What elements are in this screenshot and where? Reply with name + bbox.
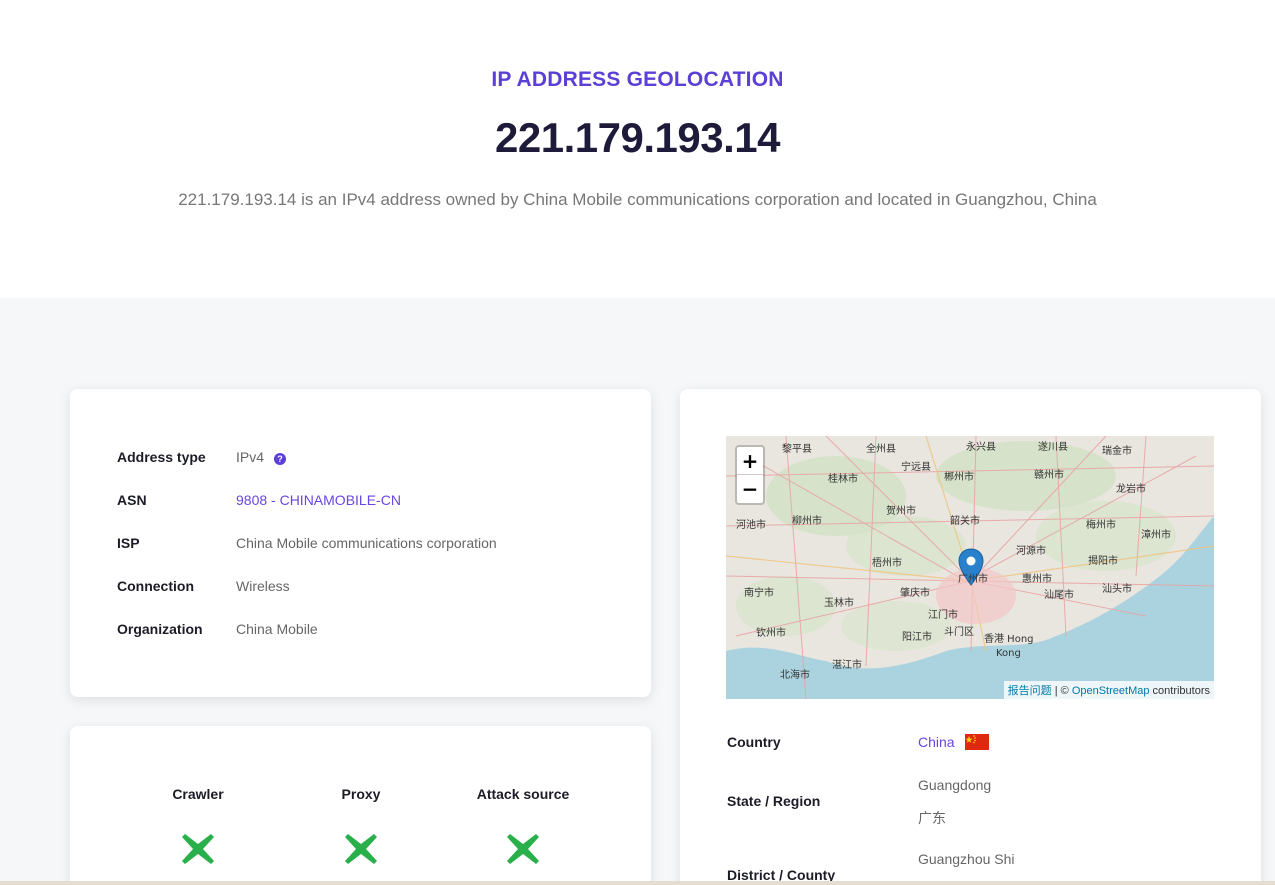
svg-text:Kong: Kong	[996, 648, 1021, 659]
proxy-flag: Proxy	[291, 786, 431, 868]
address-type-text: IPv4	[236, 449, 265, 465]
question-circle-icon[interactable]: ?	[274, 453, 287, 465]
svg-text:桂林市: 桂林市	[828, 472, 858, 485]
svg-text:江门市: 江门市	[928, 608, 958, 621]
svg-text:瑞金市: 瑞金市	[1102, 444, 1132, 457]
svg-text:全州县: 全州县	[866, 442, 896, 455]
ip-summary: 221.179.193.14 is an IPv4 address owned …	[178, 190, 1097, 209]
cross-icon	[507, 834, 539, 864]
page-title: 221.179.193.14	[495, 114, 780, 161]
region-local-value: 广东	[918, 811, 946, 827]
svg-text:河源市: 河源市	[1016, 544, 1046, 557]
organization-value: China Mobile	[236, 621, 318, 637]
svg-text:永兴县: 永兴县	[966, 440, 996, 453]
address-type-value: IPv4?	[236, 449, 287, 465]
isp-value: China Mobile communications corporation	[236, 535, 497, 551]
address-type-row: Address type IPv4?	[117, 449, 287, 465]
region-value: Guangdong	[918, 777, 992, 793]
page-eyebrow: IP ADDRESS GEOLOCATION	[491, 68, 784, 91]
zoom-out-button[interactable]: −	[737, 475, 763, 503]
country-link[interactable]: China	[918, 734, 955, 750]
svg-text:黎平县: 黎平县	[782, 442, 812, 455]
threat-flags-card: Crawler Proxy Attack source	[70, 726, 651, 885]
svg-text:漳州市: 漳州市	[1141, 528, 1171, 541]
crawler-flag: Crawler	[128, 786, 268, 868]
connection-label: Connection	[117, 578, 194, 594]
osm-link[interactable]: OpenStreetMap	[1072, 685, 1150, 697]
location-map[interactable]: 黎平县 全州县 永兴县 遂川县 瑞金市 郴州市 赣州市 桂林市 宁远县龙岩市 河池市 柳州市 贺…	[726, 436, 1214, 699]
location-card: 黎平县 全州县 永兴县 遂川县 瑞金市 郴州市 赣州市 桂林市 宁远县龙岩市 河池市 柳州市 贺…	[680, 389, 1261, 885]
window-bottom-edge	[0, 881, 1275, 885]
svg-text:梅州市: 梅州市	[1086, 518, 1116, 531]
svg-text:钦州市: 钦州市	[756, 626, 786, 639]
map-tiles: 黎平县 全州县 永兴县 遂川县 瑞金市 郴州市 赣州市 桂林市 宁远县龙岩市 河池市 柳州市 贺…	[726, 436, 1214, 699]
zoom-in-button[interactable]: +	[737, 447, 763, 475]
svg-text:汕头市: 汕头市	[1102, 582, 1132, 595]
svg-text:玉林市: 玉林市	[824, 596, 854, 609]
attribution-suffix: contributors	[1149, 685, 1210, 697]
svg-text:遂川县: 遂川县	[1038, 440, 1068, 453]
hero-section: IP ADDRESS GEOLOCATION 221.179.193.14 22…	[0, 0, 1275, 298]
svg-text:湛江市: 湛江市	[832, 658, 862, 671]
country-label: Country	[727, 734, 781, 750]
svg-text:宁远县: 宁远县	[901, 460, 931, 473]
isp-row: ISP China Mobile communications corporat…	[117, 535, 497, 551]
asn-label: ASN	[117, 492, 147, 508]
svg-text:贺州市: 贺州市	[886, 504, 916, 517]
crawler-label: Crawler	[172, 786, 224, 802]
asn-row: ASN 9808 - CHINAMOBILE-CN	[117, 492, 401, 508]
svg-text:斗门区: 斗门区	[944, 625, 974, 638]
svg-text:汕尾市: 汕尾市	[1044, 588, 1074, 601]
svg-text:香港 Hong: 香港 Hong	[984, 633, 1034, 645]
district-value: Guangzhou Shi	[918, 851, 1015, 867]
attribution-separator: | ©	[1051, 685, 1072, 697]
svg-text:北海市: 北海市	[780, 668, 810, 681]
svg-text:龙岩市: 龙岩市	[1116, 482, 1146, 495]
ip-details-card: Address type IPv4? ASN 9808 - CHINAMOBIL…	[70, 389, 651, 697]
cross-icon	[182, 834, 214, 864]
address-type-label: Address type	[117, 449, 206, 465]
svg-text:韶关市: 韶关市	[950, 514, 980, 527]
svg-text:郴州市: 郴州市	[944, 470, 974, 483]
attack-source-flag: Attack source	[453, 786, 593, 868]
connection-row: Connection Wireless	[117, 578, 290, 594]
proxy-label: Proxy	[341, 786, 381, 802]
svg-text:肇庆市: 肇庆市	[900, 586, 930, 599]
country-value: China	[918, 734, 1238, 750]
svg-text:梧州市: 梧州市	[872, 556, 902, 569]
svg-text:惠州市: 惠州市	[1022, 572, 1052, 585]
map-attribution: 报告问题 | © OpenStreetMap contributors	[1003, 681, 1214, 699]
svg-text:柳州市: 柳州市	[792, 514, 822, 527]
map-zoom-control: + −	[735, 445, 765, 505]
isp-label: ISP	[117, 535, 140, 551]
svg-text:揭阳市: 揭阳市	[1088, 554, 1118, 567]
organization-label: Organization	[117, 621, 203, 637]
asn-link[interactable]: 9808 - CHINAMOBILE-CN	[236, 492, 401, 508]
attack-source-label: Attack source	[476, 786, 570, 802]
svg-text:南宁市: 南宁市	[744, 586, 774, 599]
china-flag-icon	[964, 734, 989, 750]
svg-text:广州市: 广州市	[958, 572, 988, 585]
svg-text:赣州市: 赣州市	[1034, 468, 1064, 481]
svg-text:阳江市: 阳江市	[902, 630, 932, 643]
organization-row: Organization China Mobile	[117, 621, 318, 637]
report-issue-link[interactable]: 报告问题	[1008, 685, 1052, 697]
cross-icon	[345, 834, 377, 864]
svg-text:河池市: 河池市	[736, 518, 766, 531]
region-label: State / Region	[727, 793, 821, 809]
connection-value: Wireless	[236, 578, 290, 594]
